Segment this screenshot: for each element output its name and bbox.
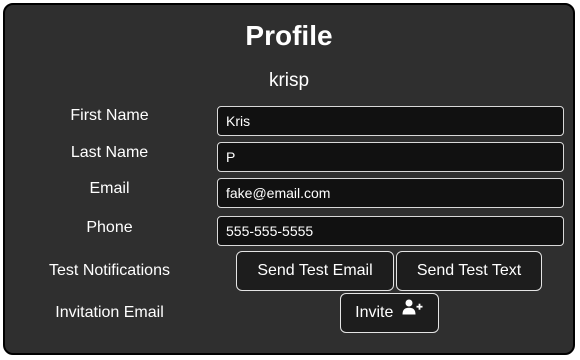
email-field[interactable] <box>217 178 564 208</box>
first-name-label: First Name <box>70 107 149 124</box>
send-test-text-button[interactable]: Send Test Text <box>396 251 542 291</box>
username: krisp <box>268 70 310 91</box>
last-name-field[interactable] <box>217 142 564 172</box>
first-name-field[interactable] <box>217 106 564 136</box>
test-notifications-label: Test Notifications <box>49 262 170 279</box>
last-name-label: Last Name <box>70 144 149 161</box>
send-test-email-button[interactable]: Send Test Email <box>236 251 394 291</box>
add-user-icon <box>402 292 424 330</box>
page-title: Profile <box>245 20 333 51</box>
invite-button-label: Invite <box>355 304 394 321</box>
phone-field[interactable] <box>217 216 564 246</box>
profile-panel: Profile krisp First Name Last Name Email… <box>3 3 575 355</box>
phone-label: Phone <box>86 219 133 236</box>
invite-button[interactable]: Invite <box>340 293 439 333</box>
email-label: Email <box>89 180 130 197</box>
invitation-email-label: Invitation Email <box>55 304 164 321</box>
